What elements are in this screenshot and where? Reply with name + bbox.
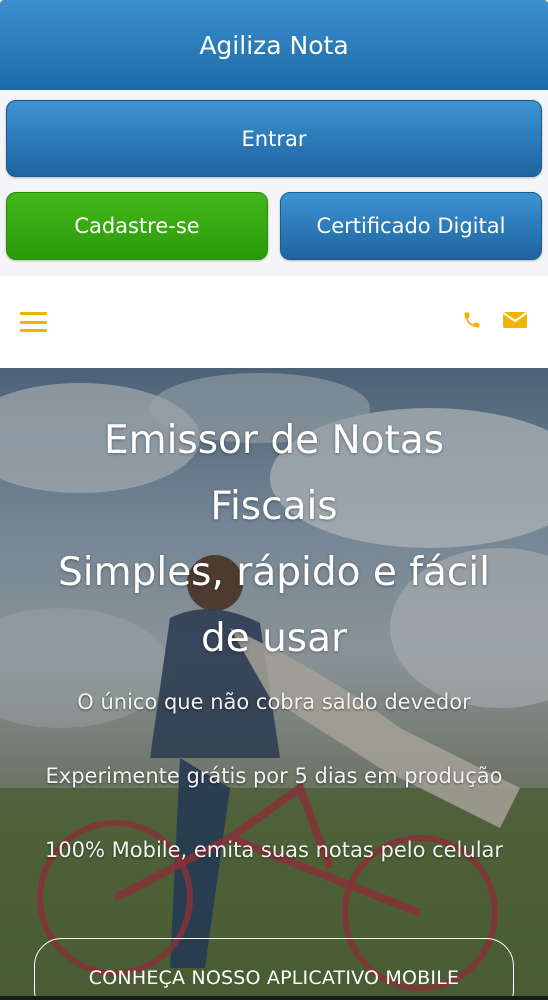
hero-headline-line-3: Simples, rápido e fácil <box>58 550 490 595</box>
navigation-bar <box>0 276 548 368</box>
hero-subtitle-1: O único que não cobra saldo devedor <box>77 690 471 714</box>
app-title: Agiliza Nota <box>199 30 349 60</box>
login-button[interactable]: Entrar <box>6 100 542 177</box>
hamburger-menu-icon[interactable] <box>20 312 47 332</box>
app-header: Agiliza Nota <box>0 0 548 90</box>
envelope-icon[interactable] <box>502 310 528 334</box>
phone-icon[interactable] <box>462 310 482 334</box>
action-buttons-area: Entrar Cadastre-se Certificado Digital <box>0 90 548 276</box>
hero-banner: Emissor de Notas Fiscais Simples, rápido… <box>0 368 548 1000</box>
hero-subtitle-2: Experimente grátis por 5 dias em produçã… <box>45 764 503 788</box>
certificate-button[interactable]: Certificado Digital <box>280 192 542 260</box>
hero-headline-line-1: Emissor de Notas <box>103 418 445 463</box>
signup-button[interactable]: Cadastre-se <box>6 192 268 260</box>
hero-headline-line-4: de usar <box>200 616 348 661</box>
contact-icons <box>462 310 528 334</box>
hero-subtitle-3: 100% Mobile, emita suas notas pelo celul… <box>44 838 504 862</box>
bottom-edge <box>0 996 548 1000</box>
hero-headline-line-2: Fiscais <box>210 484 338 529</box>
mobile-app-cta-button[interactable]: CONHEÇA NOSSO APLICATIVO MOBILE <box>34 938 514 1000</box>
